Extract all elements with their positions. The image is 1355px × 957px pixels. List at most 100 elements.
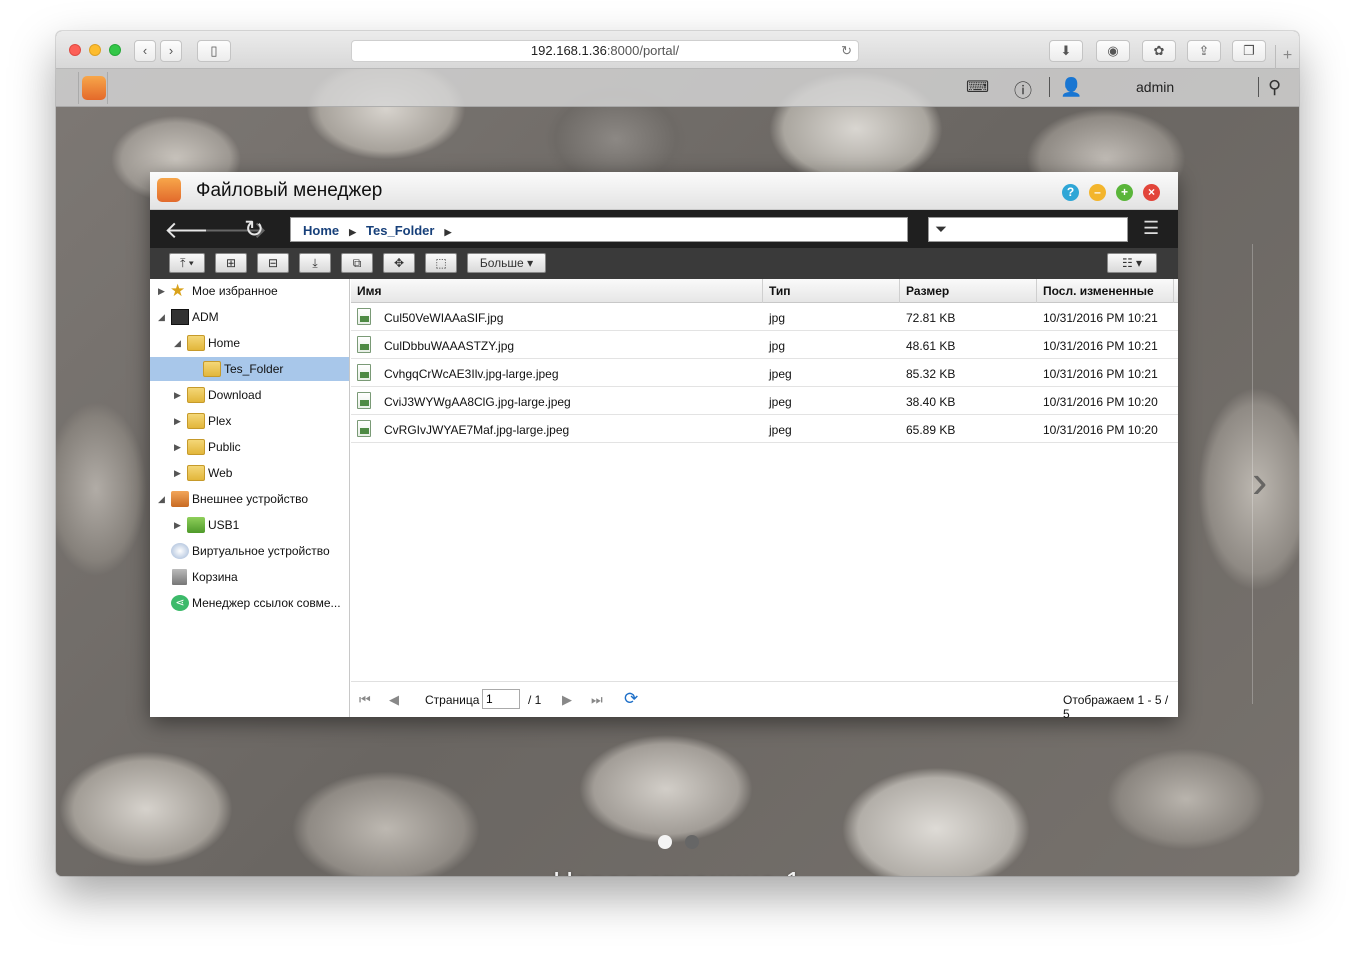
file-manager-titlebar[interactable]: Файловый менеджер ? – + × [150,172,1178,210]
move-button[interactable]: ✥ [383,253,415,273]
expand-icon[interactable]: ▶ [174,513,181,537]
tree-item-trash[interactable]: Корзина [150,565,349,589]
collapse-icon[interactable]: ◢ [158,305,165,329]
paging-status: Отображаем 1 - 5 / 5 [1063,693,1169,721]
next-page-arrow-icon[interactable]: › [1252,454,1267,508]
new-folder-button[interactable]: ⊞ [215,253,247,273]
breadcrumb-tes-folder[interactable]: Tes_Folder [366,223,434,238]
column-header-name[interactable]: Имя [351,279,763,303]
collapse-icon[interactable]: ◢ [174,331,181,355]
sidebar-toggle-button[interactable]: ▯ [197,40,231,62]
back-button[interactable]: ‹ [134,40,156,62]
tree-item-virtual-device[interactable]: Виртуальное устройство [150,539,349,563]
download-icon: ⤓ [312,256,318,270]
expand-icon[interactable]: ▶ [174,435,181,459]
tree-item-web[interactable]: ▶ Web [150,461,349,485]
new-folder-icon: ⊞ [225,256,237,270]
download-icon: ⬇ [1060,43,1072,58]
file-name: CvhgqCrWcAE3Ilv.jpg-large.jpeg [384,367,559,381]
pagination-bar: ⏮ ◀ Страница / 1 ▶ ⏭ ⟳ Отображаем 1 - 5 … [351,681,1178,721]
file-name: Cul50VeWIAAaSIF.jpg [384,311,504,325]
column-header-size[interactable]: Размер [900,279,1037,303]
table-row[interactable]: CulDbbuWAAASTZY.jpg jpg 48.61 KB 10/31/2… [351,331,1178,359]
filter-icon: ⏷ [935,221,948,238]
file-list-header: Имя Тип Размер Посл. измененные [351,279,1178,303]
breadcrumb-home[interactable]: Home [303,223,339,238]
page-number-input[interactable] [482,689,520,709]
new-share-folder-button[interactable]: ⊟ [257,253,289,273]
image-file-icon [357,420,371,437]
extension-paw-button[interactable]: ✿ [1142,40,1176,62]
close-window-button[interactable] [69,44,81,56]
reload-icon[interactable]: ↻ [841,41,852,61]
file-modified: 10/31/2016 PM 10:20 [1043,395,1158,409]
tree-item-public[interactable]: ▶ Public [150,435,349,459]
forward-button[interactable]: › [160,40,182,62]
download-button[interactable]: ⤓ [299,253,331,273]
table-row[interactable]: CviJ3WYWgAA8ClG.jpg-large.jpeg jpeg 38.4… [351,387,1178,415]
disc-icon [171,543,189,559]
search-icon[interactable]: ⚲ [1268,77,1281,98]
expand-icon[interactable]: ▶ [158,279,165,303]
select-all-button[interactable]: ⬚ [425,253,457,273]
maximize-icon[interactable]: + [1116,184,1133,201]
refresh-icon[interactable]: ⟳ [624,689,638,709]
table-row[interactable]: CvhgqCrWcAE3Ilv.jpg-large.jpeg jpeg 85.3… [351,359,1178,387]
info-icon[interactable]: ⓘ [1014,77,1032,103]
upload-button[interactable]: ⤒ ▾ [169,253,205,273]
refresh-icon[interactable]: ↻ [244,215,264,244]
tree-item-adm[interactable]: ◢ ADM [150,305,349,329]
collapse-icon[interactable]: ◢ [158,487,165,511]
table-row[interactable]: Cul50VeWIAAaSIF.jpg jpg 72.81 KB 10/31/2… [351,303,1178,331]
extension-button[interactable]: ◉ [1096,40,1130,62]
column-header-modified[interactable]: Посл. измененные [1037,279,1174,303]
next-page-icon[interactable]: ▶ [562,692,572,708]
tree-item-label: Plex [208,414,232,428]
zoom-window-button[interactable] [109,44,121,56]
divider [1049,77,1050,97]
file-modified: 10/31/2016 PM 10:21 [1043,367,1158,381]
page-dot-2[interactable] [685,835,699,849]
folder-icon: ⊟ [267,256,279,270]
tree-item-external-device[interactable]: ◢ Внешнее устройство [150,487,349,511]
image-file-icon [357,336,371,353]
minimize-window-button[interactable] [89,44,101,56]
keyboard-icon[interactable]: ⌨ [966,77,989,97]
expand-icon[interactable]: ▶ [174,461,181,485]
new-tab-button[interactable]: + [1275,45,1299,69]
more-button[interactable]: Больше ▾ [467,253,546,273]
tree-item-plex[interactable]: ▶ Plex [150,409,349,433]
view-mode-button[interactable]: ☷ ▾ [1107,253,1157,273]
list-menu-icon[interactable]: ☰ [1143,218,1159,239]
tree-item-home[interactable]: ◢ Home [150,331,349,355]
tabs-button[interactable]: ❐ [1232,40,1266,62]
tree-item-download[interactable]: ▶ Download [150,383,349,407]
tree-item-tes-folder[interactable]: Tes_Folder [150,357,349,381]
file-size: 65.89 KB [906,423,956,437]
address-bar[interactable]: 192.168.1.36:8000/portal/ ↻ [351,40,859,62]
last-page-icon[interactable]: ⏭ [591,692,603,708]
page-dot-1[interactable] [658,835,672,849]
minimize-icon[interactable]: – [1089,184,1106,201]
app-launcher-button[interactable] [78,72,108,104]
user-icon[interactable]: 👤 [1060,77,1082,98]
share-button[interactable]: ⇪ [1187,40,1221,62]
column-header-type[interactable]: Тип [763,279,900,303]
copy-button[interactable]: ⧉ [341,253,373,273]
filter-input[interactable]: ⏷ [928,217,1128,242]
help-icon[interactable]: ? [1062,184,1079,201]
tree-item-share-link-manager[interactable]: ⋖ Менеджер ссылок совме... [150,591,349,615]
tree-item-favorites[interactable]: ▶ ★ Мое избранное [150,279,349,303]
username-label[interactable]: admin [1136,79,1174,95]
adm-logo-icon [82,76,106,100]
external-device-icon [171,491,189,507]
downloads-button[interactable]: ⬇ [1049,40,1083,62]
previous-page-icon[interactable]: ◀ [389,692,399,708]
first-page-icon[interactable]: ⏮ [359,692,371,708]
expand-icon[interactable]: ▶ [174,383,181,407]
close-icon[interactable]: × [1143,184,1160,201]
tree-item-usb1[interactable]: ▶ USB1 [150,513,349,537]
table-row[interactable]: CvRGIvJWYAE7Maf.jpg-large.jpeg jpeg 65.8… [351,415,1178,443]
expand-icon[interactable]: ▶ [174,409,181,433]
browser-window: ‹ › ▯ 192.168.1.36:8000/portal/ ↻ ⬇ ◉ ✿ … [56,31,1299,876]
